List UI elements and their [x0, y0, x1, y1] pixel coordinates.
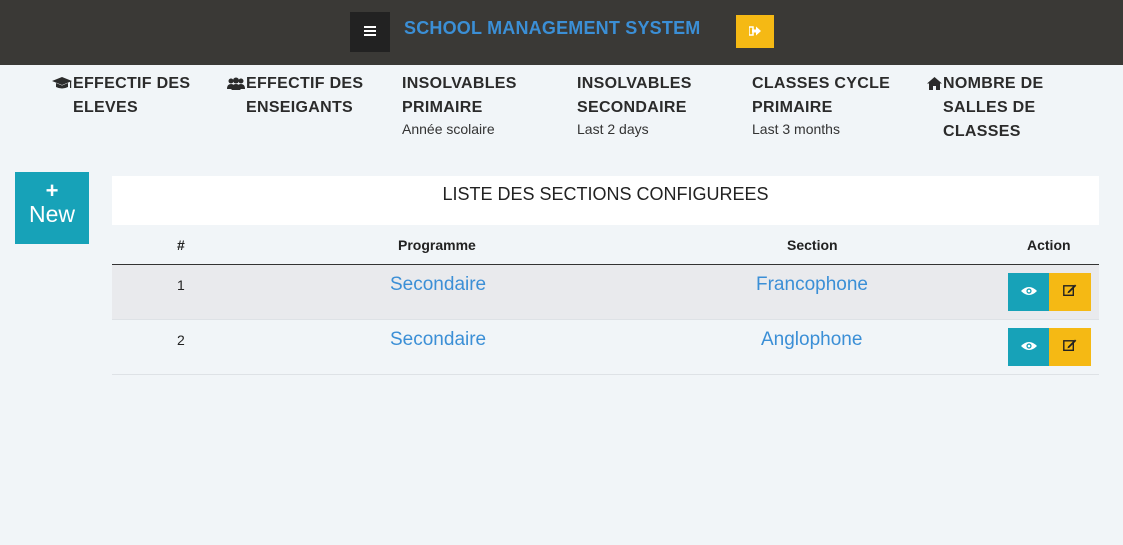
stat-label-line2: ENSEIGANTS — [246, 99, 354, 116]
graduation-cap-icon — [52, 77, 72, 120]
column-header-num: # — [177, 237, 185, 253]
table-title: LISTE DES SECTIONS CONFIGUREES — [112, 176, 1099, 225]
stat-insolvables-secondaire: INSOLVABLES SECONDAIRE Last 2 days — [577, 72, 747, 137]
top-navbar: SCHOOL MANAGEMENT SYSTEM — [0, 0, 1123, 65]
stat-label-line2: PRIMAIRE — [402, 99, 483, 116]
users-icon — [227, 77, 245, 120]
stat-subtitle: Année scolaire — [402, 121, 495, 137]
row-number: 1 — [177, 277, 185, 293]
column-header-section: Section — [787, 237, 838, 253]
menu-toggle-button[interactable] — [350, 12, 390, 52]
stat-label-line2: ELEVES — [73, 99, 138, 116]
stat-label-line2: SECONDAIRE — [577, 99, 687, 116]
eye-icon — [1020, 283, 1037, 301]
new-button-label: New — [28, 201, 75, 227]
table-row: 2 Secondaire Anglophone — [112, 320, 1099, 375]
stat-effectif-enseignants: EFFECTIF DES ENSEIGANTS — [227, 72, 397, 120]
edit-button[interactable] — [1049, 273, 1091, 311]
stat-label-line1: INSOLVABLES — [402, 75, 517, 92]
edit-icon — [1063, 338, 1077, 356]
stat-label-line2: SALLES DE — [943, 99, 1036, 116]
stat-classes-cycle-primaire: CLASSES CYCLE PRIMAIRE Last 3 months — [752, 72, 922, 137]
stat-nombre-salles: NOMBRE DE SALLES DE CLASSES — [927, 72, 1097, 144]
view-button[interactable] — [1008, 328, 1049, 366]
table-header: # Programme Section Action — [112, 225, 1099, 265]
column-header-action: Action — [1027, 237, 1071, 253]
stat-effectif-eleves: EFFECTIF DES ELEVES — [52, 72, 222, 120]
edit-button[interactable] — [1049, 328, 1091, 366]
section-link[interactable]: Anglophone — [761, 329, 862, 351]
programme-link[interactable]: Secondaire — [390, 274, 486, 296]
hamburger-icon — [364, 23, 376, 41]
stat-label-line1: CLASSES CYCLE — [752, 75, 891, 92]
stat-insolvables-primaire: INSOLVABLES PRIMAIRE Année scolaire — [402, 72, 572, 137]
stat-subtitle: Last 2 days — [577, 121, 649, 137]
view-button[interactable] — [1008, 273, 1049, 311]
table-row: 1 Secondaire Francophone — [112, 265, 1099, 320]
app-title: SCHOOL MANAGEMENT SYSTEM — [404, 18, 701, 38]
stat-label-line1: INSOLVABLES — [577, 75, 692, 92]
column-header-programme: Programme — [398, 237, 476, 253]
new-section-button[interactable]: + New — [15, 172, 89, 244]
plus-icon: + — [45, 178, 59, 203]
home-icon — [927, 77, 942, 144]
stat-subtitle: Last 3 months — [752, 121, 840, 137]
eye-icon — [1020, 338, 1037, 356]
stat-label-line1: EFFECTIF DES — [246, 75, 364, 92]
stat-label-line1: EFFECTIF DES — [73, 75, 191, 92]
logout-button[interactable] — [736, 15, 774, 48]
section-link[interactable]: Francophone — [756, 274, 868, 296]
row-number: 2 — [177, 332, 185, 348]
programme-link[interactable]: Secondaire — [390, 329, 486, 351]
edit-icon — [1063, 283, 1077, 301]
stat-label-line3: CLASSES — [943, 123, 1021, 140]
stat-label-line1: NOMBRE DE — [943, 75, 1044, 92]
sign-out-icon — [748, 23, 761, 41]
stat-label-line2: PRIMAIRE — [752, 99, 833, 116]
